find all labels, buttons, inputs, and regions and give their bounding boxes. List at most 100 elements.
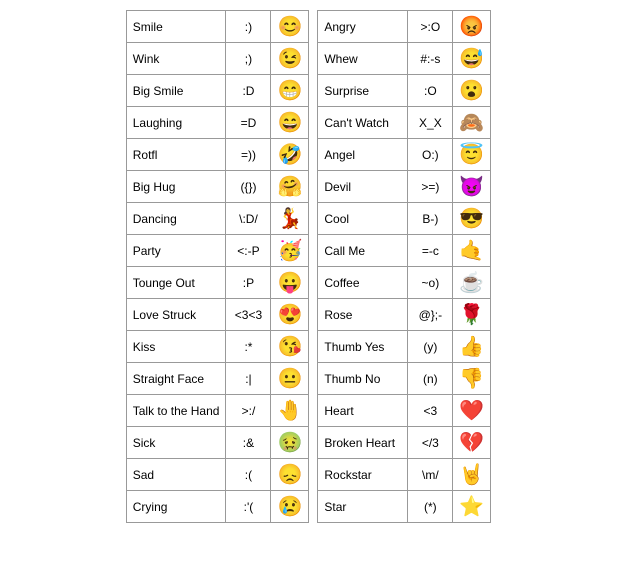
emoji-icon: 🙈 (453, 107, 491, 139)
table-row: Crying:'(😢 (126, 491, 309, 523)
emoji-code: :D (226, 75, 271, 107)
emoji-name: Smile (126, 11, 226, 43)
emoji-icon: 😮 (453, 75, 491, 107)
emoji-code: >:O (408, 11, 453, 43)
emoji-icon: 😡 (453, 11, 491, 43)
emoji-name: Straight Face (126, 363, 226, 395)
emoji-icon: 😛 (271, 267, 309, 299)
emoji-name: Party (126, 235, 226, 267)
table-row: Surprise:O😮 (318, 75, 491, 107)
emoji-icon: 🤢 (271, 427, 309, 459)
emoji-icon: 🤙 (453, 235, 491, 267)
emoji-code: B-) (408, 203, 453, 235)
emoji-icon: ☕ (453, 267, 491, 299)
table-row: Sick:&🤢 (126, 427, 309, 459)
emoji-icon: 😁 (271, 75, 309, 107)
emoji-code: =-c (408, 235, 453, 267)
table-row: Rose@};-🌹 (318, 299, 491, 331)
emoji-code: </3 (408, 427, 453, 459)
emoji-name: Broken Heart (318, 427, 408, 459)
emoji-name: Can't Watch (318, 107, 408, 139)
table-row: Thumb Yes(y)👍 (318, 331, 491, 363)
emoji-icon: 😢 (271, 491, 309, 523)
emoji-name: Sick (126, 427, 226, 459)
emoji-name: Dancing (126, 203, 226, 235)
emoji-code: :& (226, 427, 271, 459)
table-row: Heart<3❤️ (318, 395, 491, 427)
emoji-icon: 🥳 (271, 235, 309, 267)
table-row: Can't WatchX_X🙈 (318, 107, 491, 139)
emoji-name: Tounge Out (126, 267, 226, 299)
emoji-code: >:/ (226, 395, 271, 427)
emoji-icon: 🤣 (271, 139, 309, 171)
emoji-name: Rotfl (126, 139, 226, 171)
emoji-icon: 😅 (453, 43, 491, 75)
emoji-code: #:-s (408, 43, 453, 75)
emoji-name: Thumb No (318, 363, 408, 395)
emoji-icon: 🌹 (453, 299, 491, 331)
table-row: Love Struck<3<3😍 (126, 299, 309, 331)
emoji-icon: 😐 (271, 363, 309, 395)
emoji-icon: 😉 (271, 43, 309, 75)
emoji-icon: ❤️ (453, 395, 491, 427)
emoji-code: <:-P (226, 235, 271, 267)
emoji-code: <3 (408, 395, 453, 427)
emoji-code: ~o) (408, 267, 453, 299)
emoji-code: >=) (408, 171, 453, 203)
emoji-icon: 😎 (453, 203, 491, 235)
main-wrapper: Smile:)😊Wink;)😉Big Smile:D😁Laughing=D😄Ro… (126, 10, 492, 523)
emoji-icon: 😍 (271, 299, 309, 331)
emoji-name: Rockstar (318, 459, 408, 491)
emoji-name: Call Me (318, 235, 408, 267)
emoji-code: :) (226, 11, 271, 43)
emoji-name: Big Smile (126, 75, 226, 107)
table-row: Sad:(😞 (126, 459, 309, 491)
emoji-code: (n) (408, 363, 453, 395)
emoji-icon: 🤚 (271, 395, 309, 427)
emoji-icon: 💃 (271, 203, 309, 235)
emoji-name: Whew (318, 43, 408, 75)
table-row: Straight Face:|😐 (126, 363, 309, 395)
table-row: Smile:)😊 (126, 11, 309, 43)
table-row: Coffee~o)☕ (318, 267, 491, 299)
emoji-name: Talk to the Hand (126, 395, 226, 427)
table-row: Broken Heart</3💔 (318, 427, 491, 459)
emoji-code: :O (408, 75, 453, 107)
emoji-icon: 👍 (453, 331, 491, 363)
emoji-code: :| (226, 363, 271, 395)
emoji-code: =)) (226, 139, 271, 171)
emoji-code: ;) (226, 43, 271, 75)
table-row: Big Smile:D😁 (126, 75, 309, 107)
table-row: Laughing=D😄 (126, 107, 309, 139)
table-row: Call Me=-c🤙 (318, 235, 491, 267)
table-row: AngelO:)😇 (318, 139, 491, 171)
table-row: CoolB-)😎 (318, 203, 491, 235)
emoji-name: Star (318, 491, 408, 523)
emoji-code: :'( (226, 491, 271, 523)
emoji-name: Surprise (318, 75, 408, 107)
emoji-code: :* (226, 331, 271, 363)
table-row: Rockstar\m/🤘 (318, 459, 491, 491)
emoji-code: :( (226, 459, 271, 491)
emoji-name: Angry (318, 11, 408, 43)
emoji-icon: 😘 (271, 331, 309, 363)
emoji-code: :P (226, 267, 271, 299)
emoji-name: Love Struck (126, 299, 226, 331)
emoji-name: Kiss (126, 331, 226, 363)
table-row: Kiss:*😘 (126, 331, 309, 363)
emoji-icon: 👎 (453, 363, 491, 395)
emoji-code: (y) (408, 331, 453, 363)
emoji-name: Wink (126, 43, 226, 75)
emoji-code: \:D/ (226, 203, 271, 235)
emoji-icon: 😈 (453, 171, 491, 203)
emoji-name: Sad (126, 459, 226, 491)
emoji-name: Laughing (126, 107, 226, 139)
emoji-icon: 😞 (271, 459, 309, 491)
table-row: Tounge Out:P😛 (126, 267, 309, 299)
table-row: Dancing\:D/💃 (126, 203, 309, 235)
emoji-name: Crying (126, 491, 226, 523)
emoji-code: \m/ (408, 459, 453, 491)
emoji-name: Coffee (318, 267, 408, 299)
emoji-code: =D (226, 107, 271, 139)
emoji-icon: 🤗 (271, 171, 309, 203)
